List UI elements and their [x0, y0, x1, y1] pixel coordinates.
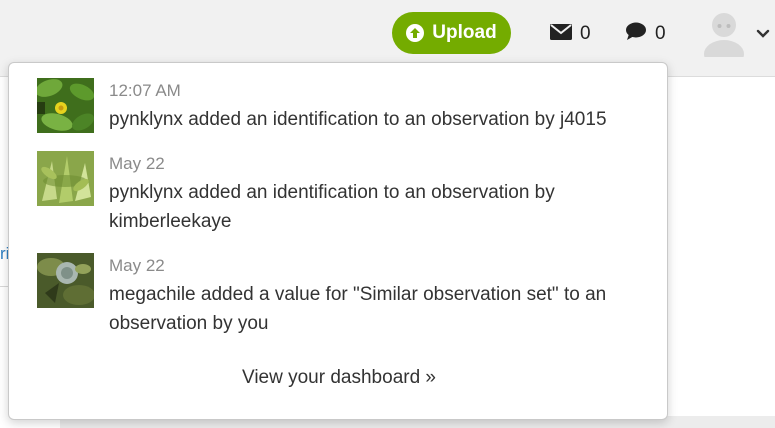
chevron-down-icon — [756, 26, 770, 44]
speech-bubble-icon — [625, 22, 647, 47]
observation-thumbnail — [37, 253, 94, 308]
notifications-dropdown: 12:07 AM pynklynx added an identificatio… — [8, 62, 668, 420]
upload-label: Upload — [432, 22, 497, 43]
observation-thumbnail — [37, 78, 94, 133]
notification-item[interactable]: 12:07 AM pynklynx added an identificatio… — [37, 78, 649, 134]
notification-time: May 22 — [109, 154, 165, 173]
observation-thumbnail — [37, 151, 94, 206]
notification-time: 12:07 AM — [109, 81, 181, 100]
notification-item[interactable]: May 22 megachile added a value for "Simi… — [37, 253, 649, 338]
upload-arrow-icon — [406, 24, 425, 42]
upload-button[interactable]: Upload — [392, 12, 511, 54]
notification-text: megachile added a value for "Similar obs… — [109, 284, 607, 334]
messages-count: 0 — [580, 23, 591, 44]
notification-time: May 22 — [109, 256, 165, 275]
avatar — [700, 9, 748, 68]
comments-counter[interactable]: 0 — [625, 22, 666, 46]
envelope-icon — [550, 23, 572, 46]
user-menu-toggle[interactable] — [700, 9, 770, 68]
notification-item[interactable]: May 22 pynklynx added an identification … — [37, 151, 649, 236]
notification-text: pynklynx added an identification to an o… — [109, 109, 607, 130]
messages-counter[interactable]: 0 — [550, 22, 591, 46]
notification-text: pynklynx added an identification to an o… — [109, 182, 555, 232]
view-dashboard-link[interactable]: View your dashboard » — [9, 367, 669, 389]
comments-count: 0 — [655, 23, 666, 44]
